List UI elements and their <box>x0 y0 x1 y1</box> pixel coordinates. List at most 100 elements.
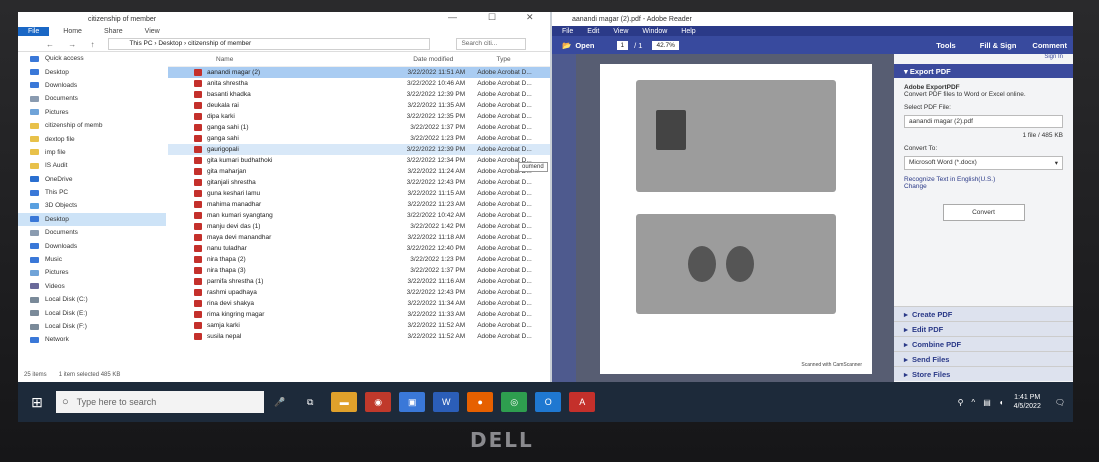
file-row[interactable]: manju devi das (1) 3/22/2022 1:42 PM Adobe… <box>168 221 550 232</box>
nav-item[interactable]: Local Disk (E:) <box>18 306 166 319</box>
zoom-input[interactable]: 42.7% <box>652 40 679 50</box>
ribbon-tab-home[interactable]: Home <box>63 28 82 35</box>
firefox-icon[interactable]: ● <box>467 392 494 412</box>
file-row[interactable]: man kumari syangtang 3/22/2022 10:42 AM Ad… <box>168 210 550 221</box>
file-row[interactable]: parnifa shrestha (1) 3/22/2022 11:16 AM Ad… <box>168 276 550 287</box>
panel-section[interactable]: ▸ Store Files <box>894 366 1073 381</box>
search-input[interactable]: Search citi... <box>456 38 527 50</box>
file-row[interactable]: gita maharjan 3/22/2022 11:24 AM Adobe Acr… <box>168 166 550 177</box>
file-row[interactable]: gaurigopali 3/22/2022 12:39 PM Adobe Acrob… <box>168 144 550 155</box>
file-row[interactable]: ganga sahi 3/22/2022 1:23 PM Adobe Acrobat… <box>168 133 550 144</box>
file-row[interactable]: deukala rai 3/22/2022 11:35 AM Adobe Acrob… <box>168 100 550 111</box>
file-row[interactable]: dipa karki 3/22/2022 12:35 PM Adobe Acroba… <box>168 111 550 122</box>
adobe-reader-icon[interactable]: A <box>569 392 596 412</box>
file-row[interactable]: mahima manadhar 3/22/2022 11:23 AM Adobe A… <box>168 199 550 210</box>
document-view[interactable]: Scanned with CamScanner <box>576 54 894 382</box>
nav-item[interactable]: Quick access <box>18 52 166 65</box>
file-row[interactable]: aanandi magar (2) 3/22/2022 11:51 AM Adobe… <box>168 67 550 78</box>
nav-item[interactable]: This PC <box>18 186 166 199</box>
ribbon-tab-share[interactable]: Share <box>104 28 123 35</box>
page-number-input[interactable]: 1 <box>616 40 629 50</box>
panel-section[interactable]: ▸ Edit PDF <box>894 321 1073 336</box>
nav-arrows-icon[interactable]: ← → ↑ <box>46 40 100 49</box>
nav-item[interactable]: Desktop <box>18 212 166 227</box>
menu-edit[interactable]: Edit <box>587 28 599 35</box>
column-date[interactable]: Date modified <box>403 56 484 63</box>
panel-section[interactable]: ▸ Create PDF <box>894 306 1073 321</box>
file-row[interactable]: maya devi manandhar 3/22/2022 11:18 AM Ado… <box>168 232 550 243</box>
outlook-icon[interactable]: O <box>535 392 562 412</box>
tab-fill-sign[interactable]: Fill & Sign <box>980 41 1017 50</box>
tab-tools[interactable]: Tools <box>936 41 955 50</box>
maximize-button[interactable]: ☐ <box>488 12 496 23</box>
menu-help[interactable]: Help <box>681 28 695 35</box>
panel-section[interactable]: ▸ Combine PDF <box>894 336 1073 351</box>
store-icon[interactable]: ▣ <box>399 392 426 412</box>
minimize-button[interactable]: — <box>448 12 457 22</box>
file-row[interactable]: gitanjali shrestha 3/22/2022 12:43 PM Adob… <box>168 177 550 188</box>
convert-to-select[interactable]: Microsoft Word (*.docx) ▾ <box>904 156 1063 170</box>
file-row[interactable]: nanu tuladhar 3/22/2022 12:40 PM Adobe Acr… <box>168 243 550 254</box>
panel-section[interactable]: ▸ Send Files <box>894 351 1073 366</box>
ribbon-tab-view[interactable]: View <box>145 28 160 35</box>
file-row[interactable]: basanti khadka 3/22/2022 12:39 PM Adobe Ac… <box>168 89 550 100</box>
photos-icon[interactable]: ◉ <box>365 392 392 412</box>
nav-item[interactable]: Network <box>18 333 166 346</box>
file-row[interactable]: nira thapa (2) 3/22/2022 1:23 PM Adobe Acr… <box>168 254 550 265</box>
file-row[interactable]: guna keshari lamu 3/22/2022 11:15 AM Adobe… <box>168 188 550 199</box>
column-type[interactable]: Type <box>485 56 550 63</box>
network-icon[interactable]: ▤ <box>983 398 991 407</box>
column-name[interactable]: Name <box>168 56 403 63</box>
export-pdf-header[interactable]: ▾ Export PDF <box>894 64 1073 78</box>
nav-item[interactable]: dextop file <box>18 132 166 145</box>
word-icon[interactable]: W <box>433 392 460 412</box>
open-button[interactable]: Open <box>575 41 594 50</box>
clock[interactable]: 1:41 PM 4/5/2022 <box>1014 393 1041 411</box>
address-bar[interactable]: This PC › Desktop › citizenship of membe… <box>108 38 431 50</box>
nav-item[interactable]: Downloads <box>18 79 166 92</box>
file-row[interactable]: susila nepal 3/22/2022 11:52 AM Adobe Acro… <box>168 331 550 342</box>
nav-item[interactable]: Documents <box>18 92 166 105</box>
nav-item[interactable]: Pictures <box>18 106 166 119</box>
volume-icon[interactable]: ◖ <box>999 398 1004 407</box>
notification-icon[interactable]: 🗨 <box>1055 398 1065 407</box>
menu-window[interactable]: Window <box>642 28 667 35</box>
windows-start-icon[interactable]: ⊞ <box>24 392 50 412</box>
open-folder-icon[interactable]: 📂 <box>562 41 571 50</box>
file-row[interactable]: anita shrestha 3/22/2022 10:46 AM Adobe Ac… <box>168 78 550 89</box>
nav-item[interactable]: imp file <box>18 146 166 159</box>
nav-item[interactable]: OneDrive <box>18 173 166 186</box>
nav-item[interactable]: Local Disk (F:) <box>18 320 166 333</box>
nav-item[interactable]: Music <box>18 253 166 266</box>
file-row[interactable]: ganga sahi (1) 3/22/2022 1:37 PM Adobe Acr… <box>168 122 550 133</box>
people-icon[interactable]: ⚲ <box>958 398 964 407</box>
nav-item[interactable]: 3D Objects <box>18 199 166 212</box>
sign-in-link[interactable]: Sign In <box>894 54 1073 64</box>
nav-item[interactable]: Downloads <box>18 239 166 252</box>
change-link[interactable]: Change <box>904 183 1063 190</box>
menu-view[interactable]: View <box>613 28 628 35</box>
nav-item[interactable]: IS Audit <box>18 159 166 172</box>
taskbar-search[interactable]: ○ Type here to search <box>56 391 264 413</box>
file-row[interactable]: nira thapa (3) 3/22/2022 1:37 PM Adobe Acr… <box>168 265 550 276</box>
selected-file-field[interactable]: aanandi magar (2).pdf <box>904 115 1063 128</box>
file-row[interactable]: rima kingring magar 3/22/2022 11:33 AM Ado… <box>168 309 550 320</box>
tab-comment[interactable]: Comment <box>1032 41 1067 50</box>
menu-file[interactable]: File <box>562 28 573 35</box>
file-row[interactable]: samja karki 3/22/2022 11:52 AM Adobe Acrob… <box>168 320 550 331</box>
chrome-icon[interactable]: ◎ <box>501 392 528 412</box>
file-row[interactable]: rina devi shakya 3/22/2022 11:34 AM Adobe … <box>168 298 550 309</box>
nav-item[interactable]: Pictures <box>18 266 166 279</box>
task-view-icon[interactable]: ⧉ <box>297 392 324 412</box>
chevron-up-icon[interactable]: ^ <box>971 398 975 407</box>
microphone-icon[interactable]: 🎤 <box>274 397 285 408</box>
file-row[interactable]: gita kumari budhathoki 3/22/2022 12:34 PM… <box>168 155 550 166</box>
close-button[interactable]: ✕ <box>526 12 534 23</box>
nav-item[interactable]: Videos <box>18 280 166 293</box>
file-explorer-icon[interactable]: ▬ <box>331 392 358 412</box>
nav-item[interactable]: citizenship of memb <box>18 119 166 132</box>
nav-item[interactable]: Documents <box>18 226 166 239</box>
nav-item[interactable]: Desktop <box>18 65 166 78</box>
nav-item[interactable]: Local Disk (C:) <box>18 293 166 306</box>
convert-button[interactable]: Convert <box>942 204 1025 221</box>
